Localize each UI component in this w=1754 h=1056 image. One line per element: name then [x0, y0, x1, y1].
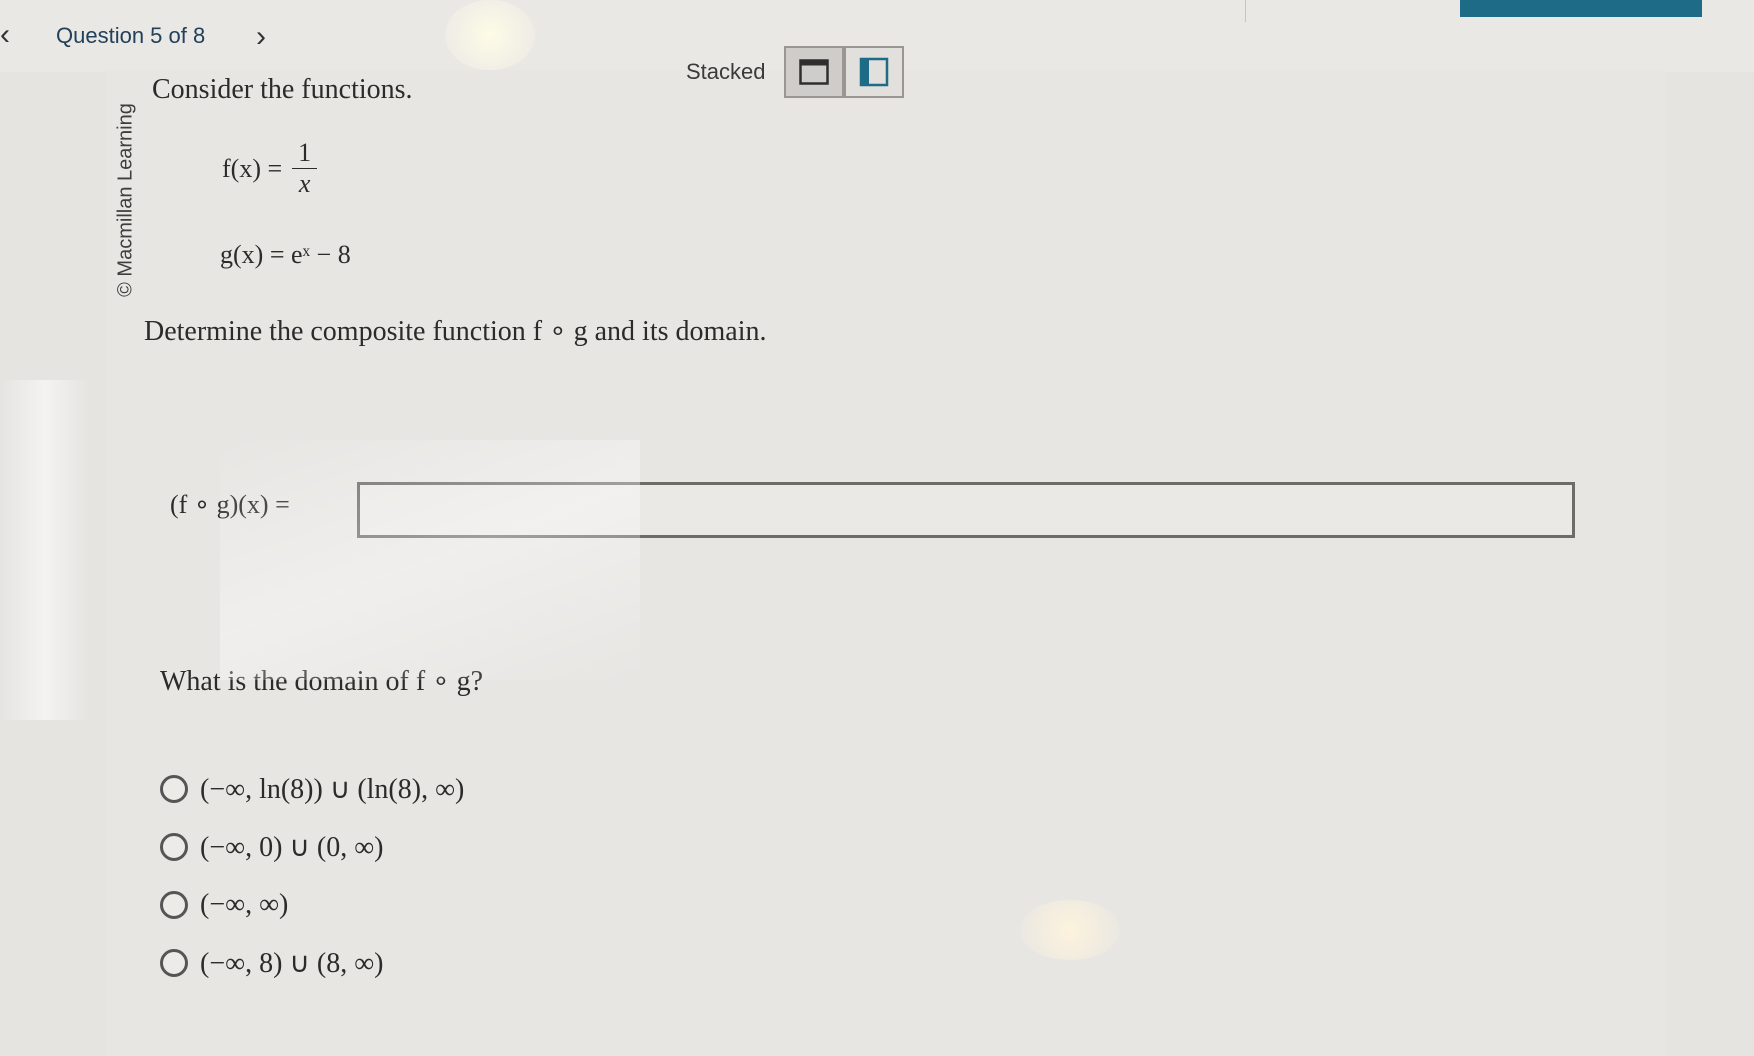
stacked-layout-icon	[798, 59, 829, 85]
top-divider	[1245, 0, 1246, 22]
view-toggle: Stacked	[686, 46, 904, 98]
domain-option[interactable]: (−∞, 0) ∪ (0, ∞)	[160, 818, 464, 876]
domain-option[interactable]: (−∞, 8) ∪ (8, ∞)	[160, 934, 464, 992]
domain-question: What is the domain of f ∘ g?	[160, 666, 484, 697]
screen-glare	[0, 380, 90, 720]
radio-button[interactable]	[160, 891, 188, 919]
chevron-left-icon[interactable]: ‹	[0, 20, 10, 50]
radio-button[interactable]	[160, 775, 188, 803]
copyright-text: © Macmillan Learning	[114, 103, 137, 297]
composite-function-label: (f ∘ g)(x) =	[170, 490, 290, 519]
function-f-denominator: x	[298, 169, 311, 198]
domain-options: (−∞, ln(8)) ∪ (ln(8), ∞) (−∞, 0) ∪ (0, ∞…	[160, 760, 464, 992]
header-action-button[interactable]	[1460, 0, 1702, 17]
question-nav-label[interactable]: Question 5 of 8	[56, 22, 205, 50]
side-by-side-view-button[interactable]	[843, 46, 904, 98]
stacked-label: Stacked	[686, 59, 766, 84]
domain-option-label: (−∞, 8) ∪ (8, ∞)	[200, 948, 384, 979]
domain-option-label: (−∞, ∞)	[200, 889, 289, 920]
radio-button[interactable]	[160, 949, 188, 977]
composite-function-input[interactable]	[357, 482, 1575, 538]
domain-option[interactable]: (−∞, ∞)	[160, 876, 464, 934]
function-f-numerator: 1	[292, 138, 318, 169]
question-intro: Consider the functions.	[152, 74, 413, 105]
function-f-definition: f(x) = 1 x	[222, 138, 318, 199]
domain-option[interactable]: (−∞, ln(8)) ∪ (ln(8), ∞)	[160, 760, 464, 818]
function-f-lhs: f(x) =	[222, 153, 283, 183]
chevron-right-icon[interactable]: ›	[256, 22, 266, 52]
domain-option-label: (−∞, 0) ∪ (0, ∞)	[200, 832, 384, 863]
function-f-fraction: 1 x	[292, 138, 318, 199]
domain-option-label: (−∞, ln(8)) ∪ (ln(8), ∞)	[200, 774, 465, 805]
radio-button[interactable]	[160, 833, 188, 861]
function-g-definition: g(x) = eˣ − 8	[220, 240, 351, 269]
stacked-view-button[interactable]	[783, 46, 844, 98]
side-by-side-layout-icon	[859, 57, 888, 87]
question-prompt: Determine the composite function f ∘ g a…	[144, 316, 767, 347]
copyright-notice: © Macmillan Learning	[111, 80, 141, 320]
